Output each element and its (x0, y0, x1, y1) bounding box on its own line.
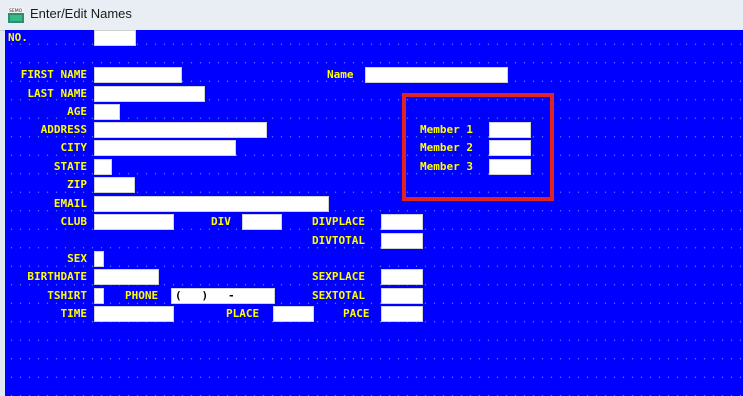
divplace-label: DIVPLACE (312, 215, 365, 228)
name-field[interactable] (365, 67, 508, 83)
address-label: ADDRESS (40, 123, 87, 136)
window-title: Enter/Edit Names (30, 6, 132, 21)
members-highlight-box (402, 93, 554, 201)
time-label: TIME (60, 307, 88, 320)
first-name-label: FIRST NAME (20, 68, 87, 81)
club-field[interactable] (94, 214, 174, 230)
sextotal-field[interactable] (381, 288, 423, 304)
name-label: Name (327, 68, 354, 81)
city-field[interactable] (94, 140, 236, 156)
birthdate-field[interactable] (94, 269, 159, 285)
birthdate-label: BIRTHDATE (27, 270, 87, 283)
divplace-field[interactable] (381, 214, 423, 230)
svg-text:SEMO: SEMO (9, 8, 23, 14)
tshirt-label: TSHIRT (47, 289, 87, 302)
no-label: NO. (8, 31, 28, 44)
pace-label: PACE (343, 307, 370, 320)
div-label: DIV (211, 215, 231, 228)
state-field[interactable] (94, 159, 112, 175)
sex-field[interactable] (94, 251, 104, 267)
first-name-field[interactable] (94, 67, 182, 83)
age-field[interactable] (94, 104, 120, 120)
sex-label: SEX (67, 252, 87, 265)
time-field[interactable] (94, 306, 174, 322)
state-label: STATE (53, 160, 87, 173)
no-field[interactable] (94, 30, 136, 46)
divtotal-field[interactable] (381, 233, 423, 249)
names-form: NO. FIRST NAME Name LAST NAME AGE ADDRES… (5, 30, 743, 396)
city-label: CITY (60, 141, 88, 154)
phone-field[interactable]: ( ) - (171, 288, 275, 304)
title-bar: SEMO Enter/Edit Names (0, 0, 743, 31)
age-label: AGE (67, 105, 87, 118)
address-field[interactable] (94, 122, 267, 138)
app-icon: SEMO (8, 7, 24, 23)
zip-field[interactable] (94, 177, 135, 193)
email-label: EMAIL (53, 197, 87, 210)
tshirt-field[interactable] (94, 288, 104, 304)
zip-label: ZIP (67, 178, 87, 191)
place-field[interactable] (273, 306, 314, 322)
place-label: PLACE (226, 307, 260, 320)
last-name-label: LAST NAME (27, 87, 87, 100)
divtotal-label: DIVTOTAL (312, 234, 365, 247)
sexplace-label: SEXPLACE (312, 270, 365, 283)
club-label: CLUB (60, 215, 88, 228)
sextotal-label: SEXTOTAL (312, 289, 365, 302)
window: SEMO Enter/Edit Names NO. FIRST NAME Nam… (0, 0, 743, 396)
phone-label: PHONE (125, 289, 159, 302)
pace-field[interactable] (381, 306, 423, 322)
last-name-field[interactable] (94, 86, 205, 102)
sexplace-field[interactable] (381, 269, 423, 285)
email-field[interactable] (94, 196, 329, 212)
div-field[interactable] (242, 214, 282, 230)
